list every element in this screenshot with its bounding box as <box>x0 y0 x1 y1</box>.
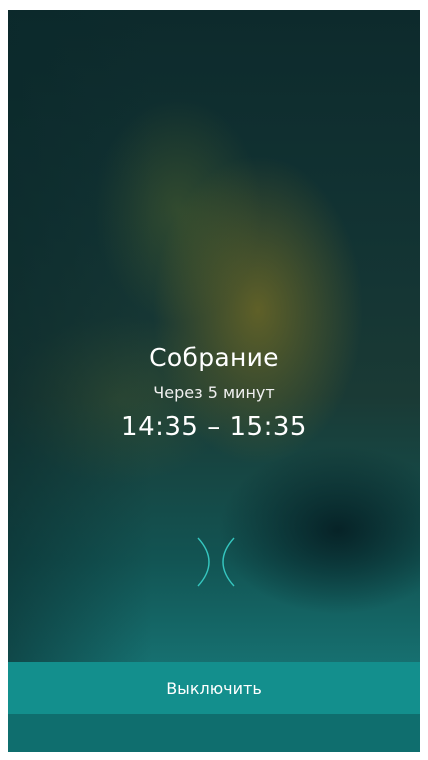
event-title: Собрание <box>149 343 279 372</box>
event-time-range: 14:35 – 15:35 <box>121 412 307 442</box>
close-chevrons-icon[interactable] <box>192 534 240 590</box>
bottom-strip <box>8 714 420 752</box>
background-shade <box>8 10 420 752</box>
dismiss-button[interactable]: Выключить <box>8 662 420 714</box>
event-subtitle: Через 5 минут <box>153 383 275 402</box>
dismiss-button-label: Выключить <box>166 678 262 698</box>
alarm-screen: Собрание Через 5 минут 14:35 – 15:35 Вык… <box>8 10 420 752</box>
